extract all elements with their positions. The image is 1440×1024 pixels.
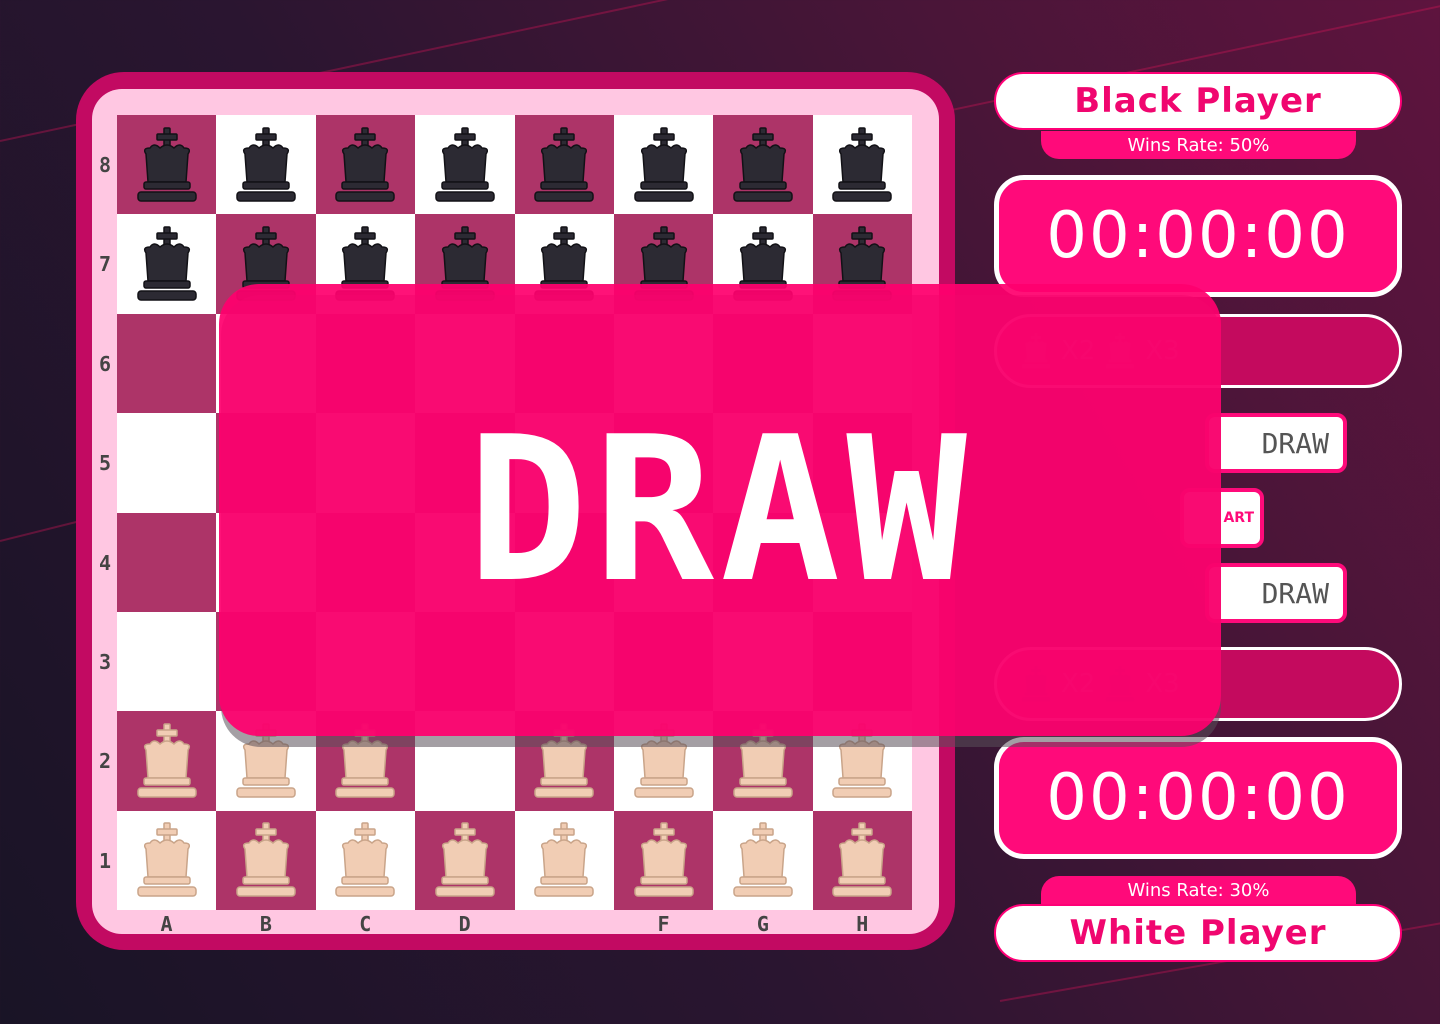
- white-king-icon[interactable]: [330, 821, 400, 899]
- black-king-icon[interactable]: [827, 126, 897, 204]
- file-label: B: [259, 912, 272, 936]
- square-e1[interactable]: [514, 810, 614, 910]
- square-h1[interactable]: [812, 810, 912, 910]
- rank-label: 3: [98, 650, 112, 674]
- square-a5[interactable]: [117, 413, 217, 513]
- square-d8[interactable]: [415, 115, 515, 215]
- square-a7[interactable]: [117, 214, 217, 314]
- file-label: F: [657, 912, 670, 936]
- square-b1[interactable]: [216, 810, 316, 910]
- white-king-icon[interactable]: [430, 821, 500, 899]
- black-player-timer: 00:00:00: [994, 175, 1402, 297]
- white-king-icon[interactable]: [231, 821, 301, 899]
- black-king-icon[interactable]: [728, 126, 798, 204]
- square-h8[interactable]: [812, 115, 912, 215]
- square-e8[interactable]: [514, 115, 614, 215]
- black-player-wins-rate: Wins Rate: 50%: [1041, 131, 1356, 159]
- square-d1[interactable]: [415, 810, 515, 910]
- square-g8[interactable]: [713, 115, 813, 215]
- rank-label: 1: [98, 848, 112, 873]
- square-c1[interactable]: [315, 810, 416, 910]
- square-b8[interactable]: [216, 115, 316, 215]
- square-f1[interactable]: [613, 810, 714, 910]
- black-king-icon[interactable]: [430, 126, 500, 204]
- white-king-icon[interactable]: [132, 821, 202, 899]
- draw-overlay-text: DRAW: [467, 393, 973, 627]
- square-g1[interactable]: [713, 810, 813, 910]
- black-king-icon[interactable]: [132, 225, 202, 303]
- black-draw-button[interactable]: DRAW: [1205, 413, 1347, 473]
- rank-label: 4: [98, 550, 112, 575]
- rank-label: 6: [98, 351, 112, 376]
- black-king-icon[interactable]: [231, 126, 301, 204]
- black-king-icon[interactable]: [629, 126, 699, 204]
- square-a4[interactable]: [117, 512, 217, 612]
- square-a2[interactable]: [117, 711, 217, 811]
- black-king-icon[interactable]: [330, 126, 400, 204]
- square-a8[interactable]: [117, 115, 217, 215]
- black-king-icon[interactable]: [529, 126, 599, 204]
- rank-label: 8: [98, 153, 112, 177]
- file-label: H: [856, 912, 869, 936]
- square-a1[interactable]: [117, 810, 217, 910]
- black-player-name: Black Player: [994, 72, 1402, 130]
- file-label: C: [359, 912, 372, 936]
- file-label: A: [160, 912, 173, 936]
- white-king-icon[interactable]: [728, 821, 798, 899]
- white-king-icon[interactable]: [629, 821, 699, 899]
- rank-label: 7: [98, 252, 112, 277]
- rank-label: 5: [98, 451, 112, 476]
- square-a6[interactable]: [117, 313, 217, 414]
- file-label: D: [458, 912, 471, 936]
- square-f8[interactable]: [613, 115, 714, 215]
- white-player-name: White Player: [994, 904, 1402, 962]
- white-king-icon[interactable]: [529, 821, 599, 899]
- black-king-icon[interactable]: [132, 126, 202, 204]
- square-c8[interactable]: [315, 115, 416, 215]
- white-draw-button[interactable]: DRAW: [1205, 563, 1347, 623]
- draw-overlay[interactable]: DRAW: [219, 284, 1221, 736]
- white-player-timer: 00:00:00: [994, 737, 1402, 859]
- white-king-icon[interactable]: [132, 722, 202, 800]
- rank-label: 2: [98, 749, 112, 774]
- file-label: G: [756, 912, 769, 936]
- white-player-wins-rate: Wins Rate: 30%: [1041, 876, 1356, 904]
- square-a3[interactable]: [117, 611, 217, 712]
- white-king-icon[interactable]: [827, 821, 897, 899]
